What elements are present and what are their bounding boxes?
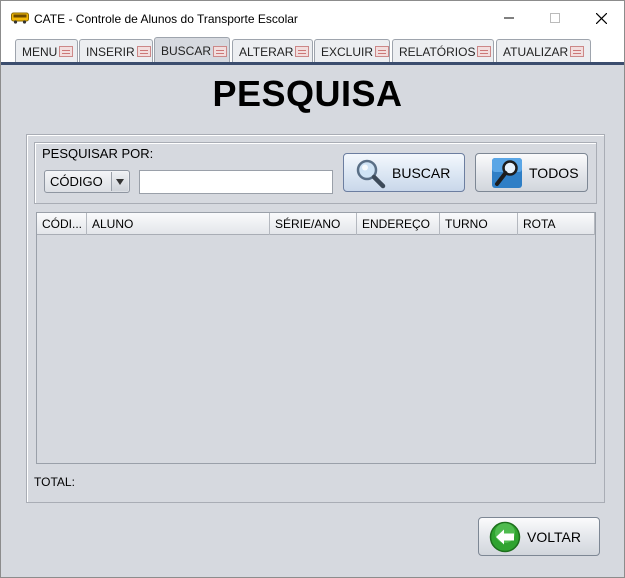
main-window: CATE - Controle de Alunos do Transporte … [0,0,625,578]
tab-menu[interactable]: MENU [15,39,78,63]
tab-atualizar[interactable]: ATUALIZAR [496,39,591,63]
chevron-down-icon[interactable] [111,172,128,191]
maximize-icon [550,13,560,23]
tab-inserir[interactable]: INSERIR [79,39,153,63]
tab-buscar[interactable]: BUSCAR [154,37,230,64]
close-button[interactable] [578,1,624,35]
edit-icon [295,46,310,57]
column-header-endereco[interactable]: ENDEREÇO [357,213,440,235]
title-bar: CATE - Controle de Alunos do Transporte … [1,1,624,35]
voltar-button[interactable]: VOLTAR [478,517,600,556]
tab-excluir[interactable]: EXCLUIR [314,39,390,63]
tab-alterar[interactable]: ALTERAR [232,39,313,63]
minimize-button[interactable] [486,1,532,35]
tab-relatorios[interactable]: RELATÓRIOS [392,39,494,63]
tab-label: ATUALIZAR [503,44,569,59]
column-header-rota[interactable]: ROTA [518,213,595,235]
search-doc-icon [492,157,522,188]
tab-strip: MENU INSERIR BUSCAR ALTERAR EXCLUIR RELA… [1,35,624,64]
tab-underline [1,62,624,65]
tab-label: INSERIR [86,44,135,59]
results-table[interactable]: CÓDI... ALUNO SÉRIE/ANO ENDEREÇO TURNO R… [36,212,596,464]
page-title: PESQUISA [212,73,403,114]
refresh-icon [570,46,585,57]
search-icon [213,45,228,57]
tab-label: MENU [22,44,58,59]
close-icon [595,12,607,24]
search-field-select[interactable]: CÓDIGO [44,170,130,193]
window-title: CATE - Controle de Alunos do Transporte … [34,12,298,26]
search-input[interactable] [139,170,333,194]
total-label: TOTAL: [34,475,75,489]
column-header-codigo[interactable]: CÓDI... [37,213,87,235]
insert-icon [136,46,151,57]
tab-label: EXCLUIR [321,44,374,59]
tab-label: RELATÓRIOS [399,44,476,59]
search-by-label: PESQUISAR POR: [42,146,154,161]
maximize-button[interactable] [532,1,578,35]
tab-label: BUSCAR [161,44,212,58]
minimize-icon [504,17,514,19]
todos-button[interactable]: TODOS [475,153,588,192]
todos-label: TODOS [529,164,579,181]
magnifier-icon [356,159,386,188]
column-header-serie-ano[interactable]: SÉRIE/ANO [270,213,357,235]
table-header: CÓDI... ALUNO SÉRIE/ANO ENDEREÇO TURNO R… [37,213,595,235]
back-arrow-icon [489,521,521,552]
tab-label: ALTERAR [239,44,294,59]
buscar-button[interactable]: BUSCAR [343,153,465,192]
report-icon [477,46,492,57]
bus-icon [11,12,29,24]
column-header-turno[interactable]: TURNO [440,213,518,235]
search-field-value: CÓDIGO [50,174,103,189]
column-header-aluno[interactable]: ALUNO [87,213,270,235]
buscar-label: BUSCAR [392,164,451,181]
voltar-label: VOLTAR [527,528,581,545]
delete-icon [375,46,389,57]
menu-icon [59,46,74,57]
